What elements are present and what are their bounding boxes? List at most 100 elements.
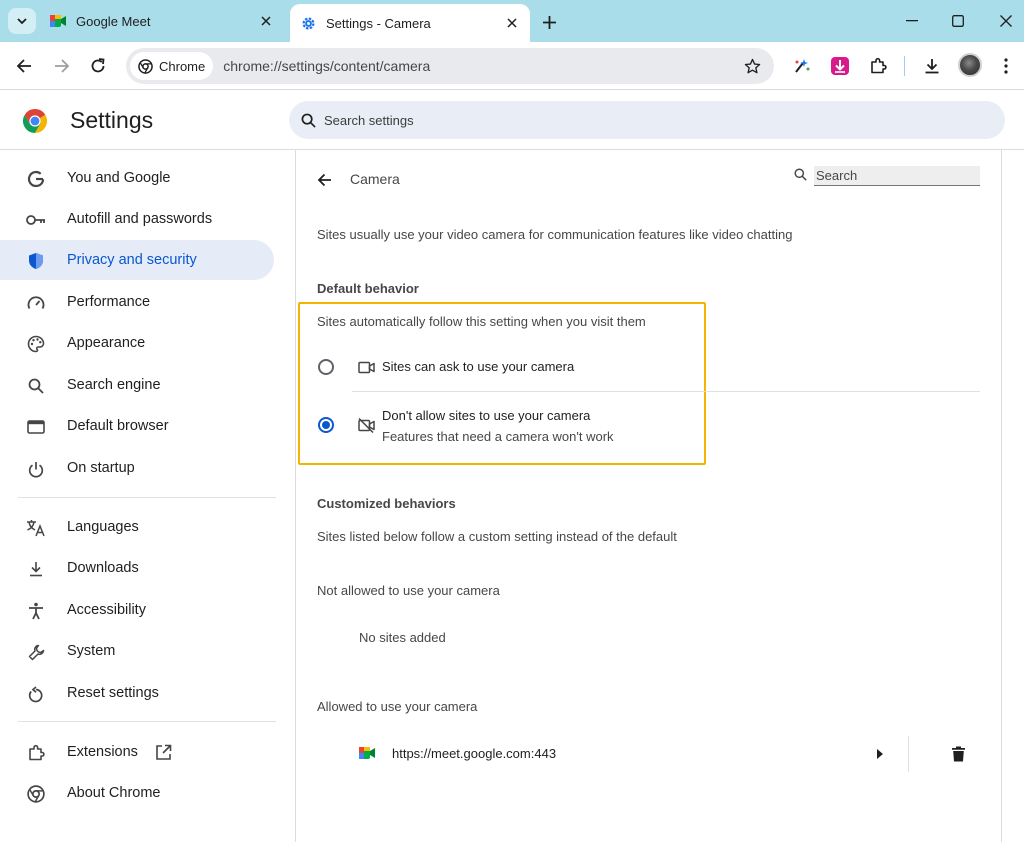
reload-icon: [91, 58, 105, 73]
arrow-left-icon: [317, 173, 331, 187]
delete-site-button[interactable]: [946, 742, 970, 766]
tab-title: Settings - Camera: [326, 15, 431, 31]
close-icon: [1000, 15, 1012, 27]
sidebar-item-extensions[interactable]: Extensions: [0, 732, 274, 772]
site-info-chip[interactable]: Chrome: [130, 52, 214, 80]
speedometer-icon: [26, 293, 46, 313]
customized-behaviors-heading: Customized behaviors: [317, 496, 456, 511]
sidebar-item-reset-settings[interactable]: Reset settings: [0, 673, 274, 713]
sidebar-item-label: Reset settings: [67, 685, 159, 701]
palette-icon: [26, 334, 46, 354]
toolbar-divider: [904, 56, 905, 76]
downloads-button[interactable]: [918, 52, 946, 80]
sidebar-item-autofill[interactable]: Autofill and passwords: [0, 199, 274, 239]
search-placeholder: Search settings: [324, 112, 414, 128]
sidebar-item-languages[interactable]: Languages: [0, 507, 274, 547]
tab-google-meet[interactable]: Google Meet: [40, 4, 284, 38]
three-dots-vertical-icon: [1004, 58, 1008, 74]
downloader-extension-button[interactable]: [826, 52, 854, 80]
shield-icon: [26, 251, 46, 271]
sidebar-item-you-and-google[interactable]: You and Google: [0, 158, 274, 198]
close-tab-icon[interactable]: [504, 15, 520, 31]
settings-search-input[interactable]: Search settings: [289, 101, 1005, 139]
sidebar-item-label: Privacy and security: [67, 252, 197, 268]
forward-button[interactable]: [48, 52, 76, 80]
bookmark-star-icon[interactable]: [738, 52, 766, 80]
sidebar-item-label: Search engine: [67, 377, 161, 393]
radio-allow-ask[interactable]: [318, 359, 334, 375]
key-icon: [26, 210, 46, 230]
settings-title: Settings: [70, 107, 154, 133]
site-row[interactable]: https://meet.google.com:443: [296, 734, 1001, 774]
sidebar-item-downloads[interactable]: Downloads: [0, 548, 274, 588]
search-icon: [794, 168, 810, 184]
row-divider: [908, 736, 909, 772]
sidebar-item-system[interactable]: System: [0, 631, 274, 671]
sidebar-item-privacy-and-security[interactable]: Privacy and security: [0, 240, 274, 280]
minimize-icon: [906, 20, 918, 22]
radio-block[interactable]: [318, 417, 334, 433]
option-block[interactable]: Don't allow sites to use your camera Fea…: [310, 400, 980, 450]
trash-icon: [951, 746, 965, 762]
translate-icon: [26, 518, 46, 538]
tab-strip: Google Meet Settings - Camera: [0, 0, 1024, 42]
pink-download-icon: [831, 57, 849, 75]
chrome-icon: [26, 784, 46, 804]
puzzle-icon: [26, 743, 46, 763]
address-bar[interactable]: Chrome chrome://settings/content/camera: [126, 48, 774, 84]
sidebar-item-label: Downloads: [67, 560, 139, 576]
camera-description: Sites usually use your video camera for …: [317, 227, 793, 242]
default-behavior-heading: Default behavior: [317, 281, 419, 296]
subpage-search-input[interactable]: [814, 166, 980, 186]
minimize-button[interactable]: [898, 8, 926, 34]
back-button[interactable]: [10, 52, 38, 80]
option-divider: [352, 391, 980, 392]
sidebar-item-on-startup[interactable]: On startup: [0, 448, 274, 488]
close-tab-icon[interactable]: [258, 13, 274, 29]
maximize-icon: [952, 15, 964, 27]
puzzle-icon: [871, 57, 887, 74]
back-arrow-button[interactable]: [312, 168, 336, 192]
wrench-icon: [26, 642, 46, 662]
open-in-new-icon: [155, 744, 173, 762]
chip-label: Chrome: [159, 58, 206, 74]
sidebar-item-label: Accessibility: [67, 602, 146, 618]
google-meet-icon: [50, 13, 66, 29]
reload-button[interactable]: [84, 52, 112, 80]
browser-toolbar: Chrome chrome://settings/content/camera: [0, 42, 1024, 90]
subpage-search: [794, 165, 980, 187]
new-tab-button[interactable]: [538, 11, 560, 33]
chevron-down-icon: [17, 18, 27, 25]
extensions-button[interactable]: [864, 52, 892, 80]
menu-button[interactable]: [992, 52, 1020, 80]
sidebar-item-label: You and Google: [67, 170, 171, 186]
maximize-button[interactable]: [944, 8, 972, 34]
extension-pin-button[interactable]: [788, 52, 816, 80]
sidebar-item-search-engine[interactable]: Search engine: [0, 365, 274, 405]
tab-title: Google Meet: [76, 13, 151, 29]
option-allow-ask[interactable]: Sites can ask to use your camera: [310, 350, 980, 384]
download-icon: [925, 59, 939, 74]
sidebar-item-appearance[interactable]: Appearance: [0, 323, 274, 363]
url-text[interactable]: chrome://settings/content/camera: [223, 58, 738, 74]
tab-settings-camera[interactable]: Settings - Camera: [290, 4, 530, 42]
option-block-label: Don't allow sites to use your camera: [382, 408, 591, 423]
sidebar-item-label: About Chrome: [67, 785, 161, 801]
profile-avatar[interactable]: [958, 53, 982, 77]
window-close-button[interactable]: [992, 8, 1020, 34]
sidebar-item-performance[interactable]: Performance: [0, 282, 274, 322]
site-details-button[interactable]: [868, 742, 892, 766]
chrome-icon: [138, 58, 153, 74]
sidebar-item-default-browser[interactable]: Default browser: [0, 406, 274, 446]
sidebar-item-about-chrome[interactable]: About Chrome: [0, 773, 274, 813]
sidebar-item-label: Appearance: [67, 335, 146, 351]
default-behavior-subtitle: Sites automatically follow this setting …: [317, 314, 646, 329]
allowed-heading: Allowed to use your camera: [317, 699, 478, 714]
plus-icon: [542, 15, 556, 29]
tab-search-button[interactable]: [8, 8, 36, 34]
site-url: https://meet.google.com:443: [392, 746, 557, 761]
search-icon: [301, 113, 316, 128]
not-allowed-heading: Not allowed to use your camera: [317, 583, 500, 598]
sidebar-item-accessibility[interactable]: Accessibility: [0, 590, 274, 630]
option-allow-ask-label: Sites can ask to use your camera: [382, 359, 575, 374]
